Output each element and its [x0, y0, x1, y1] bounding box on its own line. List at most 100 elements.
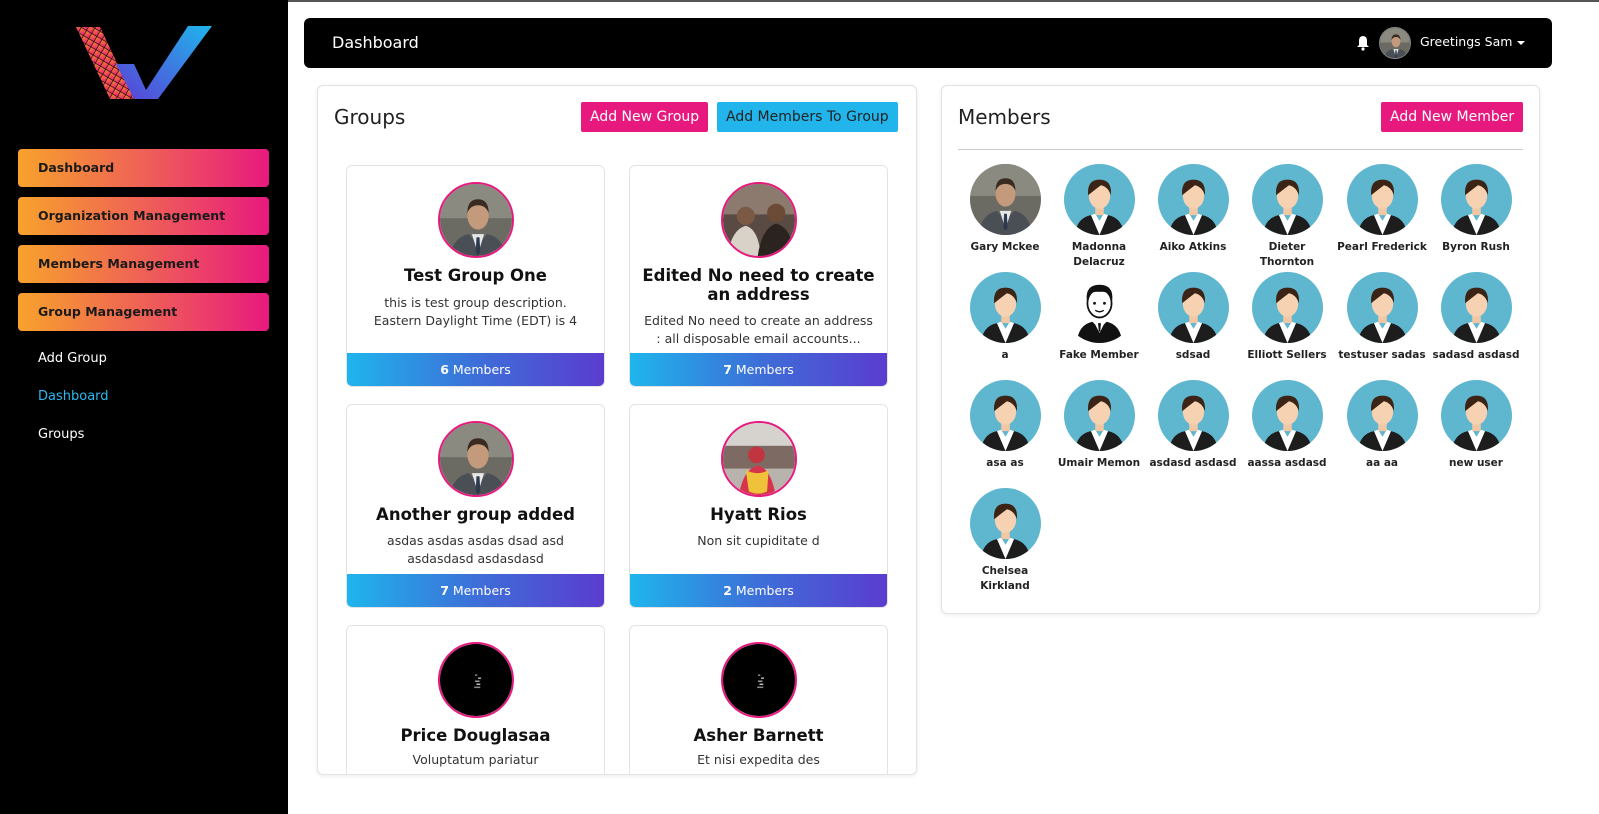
- chevron-down-icon[interactable]: [1517, 41, 1525, 45]
- member-name: Gary Mckee: [970, 241, 1040, 253]
- brand-logo[interactable]: [76, 24, 212, 104]
- member-avatar: [1440, 272, 1512, 343]
- member-name: Byron Rush: [1442, 241, 1510, 253]
- member-avatar: [1440, 380, 1512, 451]
- member-avatar: [969, 380, 1041, 451]
- member-item[interactable]: Byron Rush: [1429, 164, 1523, 255]
- sidebar-item-dashboard[interactable]: Dashboard: [18, 149, 269, 187]
- group-card[interactable]: Another group added asdas asdas asdas ds…: [346, 404, 605, 608]
- member-item[interactable]: Dieter Thornton: [1240, 164, 1334, 270]
- member-count: 7: [440, 583, 449, 598]
- member-avatar: [1063, 272, 1135, 343]
- group-members-count[interactable]: 7 Members: [630, 353, 887, 386]
- member-avatar: [969, 164, 1041, 235]
- group-description: asdas asdas asdas dsad asd asdasdasd asd…: [387, 533, 564, 566]
- member-item[interactable]: Gary Mckee: [958, 164, 1052, 255]
- member-name: Fake Member: [1059, 349, 1139, 361]
- member-item[interactable]: testuser sadas: [1335, 272, 1429, 363]
- member-avatar: [1063, 380, 1135, 451]
- member-item[interactable]: Madonna Delacruz: [1052, 164, 1146, 270]
- member-name: Elliott Sellers: [1247, 349, 1327, 361]
- member-count-label: Members: [735, 583, 794, 598]
- member-name: asa as: [986, 457, 1024, 469]
- sidebar-item-members-management[interactable]: Members Management: [18, 245, 269, 283]
- group-name: Price Douglasaa: [400, 726, 551, 745]
- group-avatar: [438, 642, 514, 718]
- group-members-count[interactable]: 7 Members: [347, 574, 604, 607]
- sidebar-item-group-management[interactable]: Group Management: [18, 293, 269, 331]
- top-border: [288, 0, 1599, 2]
- member-item[interactable]: Pearl Frederick: [1335, 164, 1429, 255]
- group-description: Et nisi expedita des: [697, 752, 820, 767]
- group-card[interactable]: Asher Barnett Et nisi expedita des: [629, 625, 888, 774]
- groups-panel: Groups Add New Group Add Members To Grou…: [317, 85, 917, 775]
- sidebar-subitem-groups[interactable]: Groups: [38, 427, 84, 442]
- member-item[interactable]: sadasd asdasd: [1429, 272, 1523, 363]
- sidebar-item-organization-management[interactable]: Organization Management: [18, 197, 269, 235]
- member-name: Pearl Frederick: [1337, 241, 1427, 253]
- sidebar: Dashboard Organization Management Member…: [0, 0, 288, 814]
- member-item[interactable]: aa aa: [1335, 380, 1429, 471]
- member-avatar: [1346, 164, 1418, 235]
- member-item[interactable]: new user: [1429, 380, 1523, 471]
- member-item[interactable]: asa as: [958, 380, 1052, 471]
- member-name: Madonna Delacruz: [1071, 241, 1127, 268]
- member-item[interactable]: Elliott Sellers: [1240, 272, 1334, 363]
- group-name: Test Group One: [404, 266, 547, 285]
- member-avatar: [1157, 164, 1229, 235]
- member-item[interactable]: Umair Memon: [1052, 380, 1146, 471]
- member-name: sdsad: [1175, 349, 1211, 361]
- group-avatar: [721, 421, 797, 497]
- member-name: new user: [1449, 457, 1503, 469]
- add-new-group-button[interactable]: Add New Group: [581, 102, 709, 132]
- group-description: Edited No need to create an address : al…: [644, 313, 873, 346]
- group-description: Non sit cupiditate d: [697, 533, 820, 548]
- member-name: Aiko Atkins: [1159, 241, 1227, 253]
- divider: [958, 149, 1523, 150]
- member-item[interactable]: aassa asdasd: [1240, 380, 1334, 471]
- member-count: 2: [723, 583, 732, 598]
- member-count-label: Members: [452, 583, 511, 598]
- member-item[interactable]: Aiko Atkins: [1146, 164, 1240, 255]
- member-item[interactable]: Fake Member: [1052, 272, 1146, 363]
- add-new-member-button[interactable]: Add New Member: [1381, 102, 1524, 132]
- group-avatar: [438, 182, 514, 258]
- add-members-to-group-button[interactable]: Add Members To Group: [717, 102, 898, 132]
- groups-title: Groups: [334, 105, 406, 129]
- member-item[interactable]: asdasd asdasd: [1146, 380, 1240, 471]
- member-avatar: [1346, 380, 1418, 451]
- member-item[interactable]: a: [958, 272, 1052, 363]
- page-title: Dashboard: [332, 33, 419, 52]
- member-avatar: [1251, 272, 1323, 343]
- member-count: 6: [440, 362, 449, 377]
- bell-icon[interactable]: [1356, 35, 1370, 51]
- group-name: Asher Barnett: [693, 726, 824, 745]
- group-members-count[interactable]: 6 Members: [347, 353, 604, 386]
- group-description: Voluptatum pariatur: [412, 752, 539, 767]
- group-members-count[interactable]: 2 Members: [630, 574, 887, 607]
- member-name: Umair Memon: [1057, 457, 1141, 469]
- sidebar-subitem-dashboard[interactable]: Dashboard: [38, 389, 109, 404]
- members-panel: Members Add New Member Gary Mckee Madonna…: [941, 85, 1540, 614]
- group-avatar: [721, 182, 797, 258]
- user-menu-toggle[interactable]: Greetings Sam: [1420, 34, 1512, 49]
- member-name: aassa asdasd: [1247, 457, 1327, 469]
- user-avatar[interactable]: [1379, 27, 1411, 59]
- member-item[interactable]: Chelsea Kirkland: [958, 488, 1052, 594]
- group-avatar: [438, 421, 514, 497]
- group-card[interactable]: Hyatt Rios Non sit cupiditate d 2 Member…: [629, 404, 888, 608]
- group-card[interactable]: Price Douglasaa Voluptatum pariatur: [346, 625, 605, 774]
- member-name: testuser sadas: [1338, 349, 1426, 361]
- member-name: Chelsea Kirkland: [980, 565, 1030, 592]
- members-title: Members: [958, 105, 1051, 129]
- group-card[interactable]: Test Group One this is test group descri…: [346, 165, 605, 387]
- sidebar-subitem-add-group[interactable]: Add Group: [38, 351, 107, 366]
- group-card[interactable]: Edited No need to create an address Edit…: [629, 165, 888, 387]
- top-navbar: Dashboard Greetings Sam: [304, 18, 1552, 68]
- group-name: Edited No need to create an address: [642, 266, 875, 304]
- member-name: asdasd asdasd: [1149, 457, 1237, 469]
- member-avatar: [1063, 164, 1135, 235]
- member-item[interactable]: sdsad: [1146, 272, 1240, 363]
- member-avatar: [1251, 164, 1323, 235]
- member-name: aa aa: [1366, 457, 1398, 469]
